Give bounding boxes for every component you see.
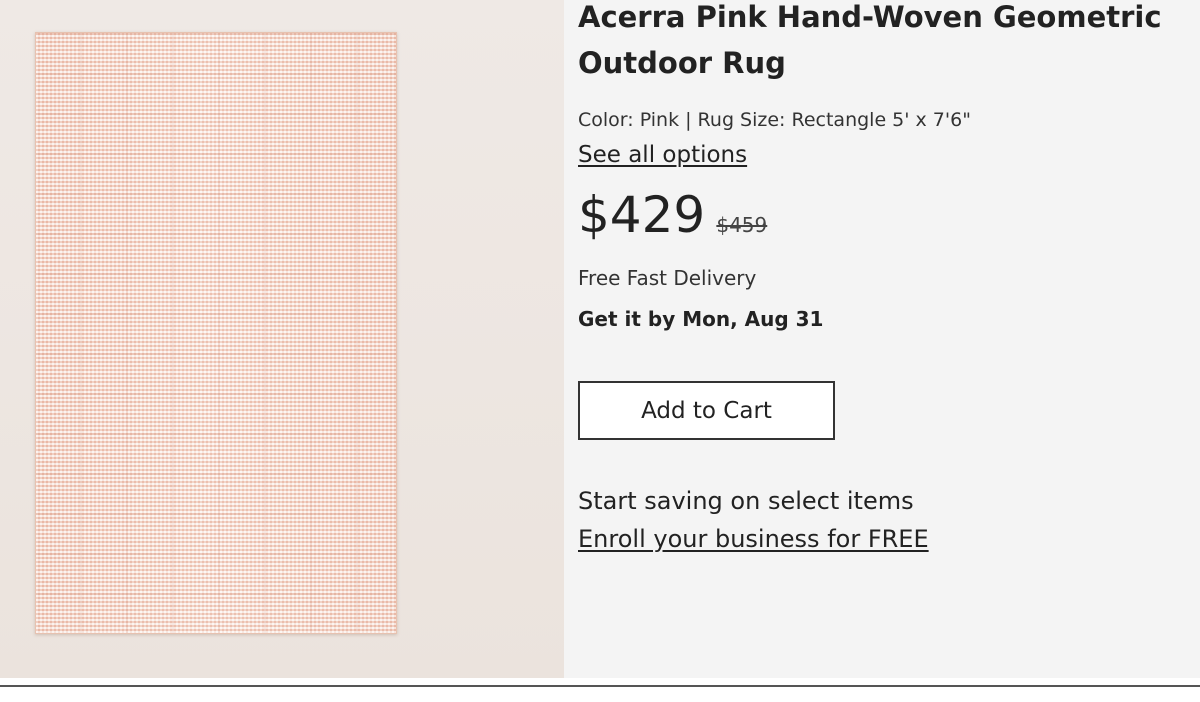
delivery-info: Free Fast Delivery xyxy=(578,266,757,290)
product-image[interactable] xyxy=(35,32,397,634)
product-title-line1: Acerra Pink Hand-Woven Geometric xyxy=(578,0,1162,34)
add-to-cart-button[interactable]: Add to Cart xyxy=(578,381,835,440)
price-row: $429 $459 xyxy=(578,186,767,244)
original-price: $459 xyxy=(716,213,768,237)
business-promo-text: Start saving on select items xyxy=(578,487,914,515)
current-price: $429 xyxy=(578,186,706,244)
product-image-panel xyxy=(0,0,564,678)
delivery-date: Get it by Mon, Aug 31 xyxy=(578,307,824,331)
section-divider xyxy=(0,685,1200,687)
product-card: Acerra Pink Hand-Woven Geometric Outdoor… xyxy=(0,0,1200,678)
see-all-options-link[interactable]: See all options xyxy=(578,142,747,168)
product-title: Acerra Pink Hand-Woven Geometric Outdoor… xyxy=(578,0,1200,86)
enroll-business-link[interactable]: Enroll your business for FREE xyxy=(578,525,929,553)
variant-description: Color: Pink | Rug Size: Rectangle 5' x 7… xyxy=(578,109,971,131)
product-title-line2: Outdoor Rug xyxy=(578,46,786,80)
